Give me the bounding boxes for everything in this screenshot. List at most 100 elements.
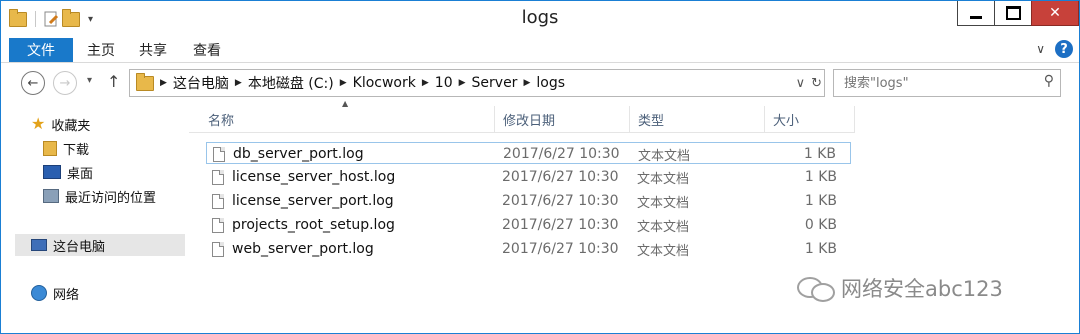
file-date: 2017/6/27 10:30 bbox=[502, 241, 619, 257]
network-icon bbox=[31, 285, 47, 301]
file-name-cell: license_server_host.log bbox=[212, 166, 395, 188]
nav-item-downloads[interactable]: 下载 bbox=[43, 138, 89, 158]
tab-home[interactable]: 主页 bbox=[87, 38, 115, 62]
file-row[interactable]: db_server_port.log 2017/6/27 10:30 文本文档 … bbox=[206, 142, 851, 164]
file-size: 1 KB bbox=[803, 146, 836, 162]
address-folder bbox=[136, 72, 154, 91]
star-icon: ★ bbox=[31, 114, 46, 133]
search-box[interactable]: ⚲ bbox=[833, 69, 1061, 97]
maximize-button[interactable] bbox=[994, 1, 1032, 26]
file-row[interactable]: license_server_port.log 2017/6/27 10:30 … bbox=[206, 190, 851, 212]
file-size: 1 KB bbox=[804, 169, 837, 185]
address-bar[interactable]: ▶ 这台电脑 ▶ 本地磁盘 (C:) ▶ Klocwork ▶ 10 ▶ Ser… bbox=[129, 69, 825, 97]
file-type: 文本文档 bbox=[637, 171, 690, 187]
breadcrumb-server[interactable]: Server bbox=[472, 75, 518, 91]
refresh-icon[interactable]: ↻ bbox=[811, 76, 822, 91]
window-title: logs bbox=[521, 7, 559, 28]
file-type: 文本文档 bbox=[637, 243, 690, 259]
explorer-window: ▾ logs ✕ 文件 主页 共享 查看 ∨ ? ← → ▾ ↑ ▶ 这台电脑 … bbox=[0, 0, 1080, 334]
forward-arrow-icon: → bbox=[59, 75, 71, 91]
text-file-icon bbox=[212, 169, 224, 185]
computer-icon bbox=[31, 239, 47, 251]
wechat-icon bbox=[797, 275, 835, 302]
breadcrumb-arrow-icon[interactable]: ▶ bbox=[160, 78, 167, 88]
breadcrumb-10[interactable]: 10 bbox=[435, 75, 453, 91]
file-name-cell: db_server_port.log bbox=[213, 143, 364, 165]
tab-share[interactable]: 共享 bbox=[139, 38, 167, 62]
breadcrumb-arrow-icon[interactable]: ▶ bbox=[459, 78, 466, 88]
column-header-row: 名称 修改日期 类型 大小 bbox=[189, 106, 855, 133]
nav-item-this-pc[interactable]: 这台电脑 bbox=[15, 234, 185, 256]
column-header-name[interactable]: 名称 bbox=[200, 106, 495, 132]
file-name: db_server_port.log bbox=[233, 146, 364, 162]
forward-button[interactable]: → bbox=[53, 71, 77, 95]
breadcrumb-arrow-icon[interactable]: ▶ bbox=[340, 78, 347, 88]
help-icon[interactable]: ? bbox=[1055, 40, 1073, 58]
back-button[interactable]: ← bbox=[21, 71, 45, 95]
file-type: 文本文档 bbox=[637, 195, 690, 211]
file-date: 2017/6/27 10:30 bbox=[503, 146, 620, 162]
title-bar: ▾ logs ✕ bbox=[1, 1, 1079, 37]
up-arrow-icon[interactable]: ↑ bbox=[107, 72, 120, 91]
breadcrumb-klocwork[interactable]: Klocwork bbox=[353, 75, 416, 91]
expand-ribbon-icon[interactable]: ∨ bbox=[1036, 42, 1045, 56]
navigation-pane: ★ 收藏夹 下载 桌面 最近访问的位置 这台电脑 网络 bbox=[1, 101, 187, 333]
file-row[interactable]: web_server_port.log 2017/6/27 10:30 文本文档… bbox=[206, 238, 851, 260]
file-name-cell: web_server_port.log bbox=[212, 238, 374, 260]
address-dropdown-icon[interactable]: ∨ bbox=[796, 76, 806, 91]
ribbon: 文件 主页 共享 查看 ∨ ? bbox=[1, 38, 1079, 62]
file-name: projects_root_setup.log bbox=[232, 217, 395, 233]
watermark-text: 网络安全abc123 bbox=[841, 277, 1003, 301]
minimize-button[interactable] bbox=[957, 1, 995, 26]
watermark: 网络安全abc123 bbox=[797, 273, 1003, 303]
column-header-type[interactable]: 类型 bbox=[630, 106, 765, 132]
ribbon-divider bbox=[1, 62, 1079, 63]
nav-item-label: 桌面 bbox=[67, 166, 94, 182]
nav-item-favorites[interactable]: ★ 收藏夹 bbox=[31, 114, 90, 134]
nav-item-label: 这台电脑 bbox=[53, 239, 106, 255]
recent-places-icon bbox=[43, 189, 59, 203]
file-row[interactable]: license_server_host.log 2017/6/27 10:30 … bbox=[206, 166, 851, 188]
file-size: 1 KB bbox=[804, 193, 837, 209]
breadcrumb-arrow-icon[interactable]: ▶ bbox=[422, 78, 429, 88]
desktop-icon bbox=[43, 165, 61, 179]
maximize-icon bbox=[1005, 6, 1021, 20]
column-header-size[interactable]: 大小 bbox=[765, 106, 855, 132]
nav-item-label: 最近访问的位置 bbox=[65, 190, 157, 206]
nav-item-label: 下载 bbox=[63, 142, 90, 158]
file-date: 2017/6/27 10:30 bbox=[502, 193, 619, 209]
tab-view[interactable]: 查看 bbox=[193, 38, 221, 62]
back-arrow-icon: ← bbox=[27, 75, 39, 91]
file-list: ▲ 名称 修改日期 类型 大小 db_server_port.log 2017/… bbox=[189, 99, 855, 333]
breadcrumb-logs[interactable]: logs bbox=[536, 75, 565, 91]
nav-item-network[interactable]: 网络 bbox=[31, 283, 79, 303]
file-size: 1 KB bbox=[804, 241, 837, 257]
file-date: 2017/6/27 10:30 bbox=[502, 217, 619, 233]
breadcrumb-arrow-icon[interactable]: ▶ bbox=[235, 78, 242, 88]
nav-item-recent-places[interactable]: 最近访问的位置 bbox=[43, 186, 156, 206]
search-input[interactable] bbox=[842, 70, 1036, 96]
search-icon[interactable]: ⚲ bbox=[1044, 73, 1054, 89]
folder-icon bbox=[136, 72, 154, 91]
file-date: 2017/6/27 10:30 bbox=[502, 169, 619, 185]
file-name: license_server_port.log bbox=[232, 193, 394, 209]
window-controls: ✕ bbox=[957, 1, 1079, 26]
nav-item-desktop[interactable]: 桌面 bbox=[43, 162, 93, 182]
breadcrumb-local-disk[interactable]: 本地磁盘 (C:) bbox=[248, 73, 334, 93]
close-button[interactable]: ✕ bbox=[1031, 1, 1079, 26]
minimize-icon bbox=[970, 15, 982, 19]
recent-locations-icon[interactable]: ▾ bbox=[87, 75, 92, 86]
tab-file[interactable]: 文件 bbox=[9, 38, 73, 62]
text-file-icon bbox=[212, 241, 224, 257]
navigation-row: ← → ▾ ↑ ▶ 这台电脑 ▶ 本地磁盘 (C:) ▶ Klocwork ▶ … bbox=[1, 67, 1079, 99]
breadcrumb-arrow-icon[interactable]: ▶ bbox=[523, 78, 530, 88]
file-row[interactable]: projects_root_setup.log 2017/6/27 10:30 … bbox=[206, 214, 851, 236]
column-header-date[interactable]: 修改日期 bbox=[495, 106, 630, 132]
file-type: 文本文档 bbox=[637, 219, 690, 235]
nav-item-label: 收藏夹 bbox=[51, 118, 91, 134]
address-tools: ∨ ↻ bbox=[796, 70, 822, 96]
breadcrumb-this-pc[interactable]: 这台电脑 bbox=[173, 73, 229, 93]
text-file-icon bbox=[213, 146, 225, 162]
file-name-cell: license_server_port.log bbox=[212, 190, 394, 212]
downloads-folder-icon bbox=[43, 140, 57, 156]
